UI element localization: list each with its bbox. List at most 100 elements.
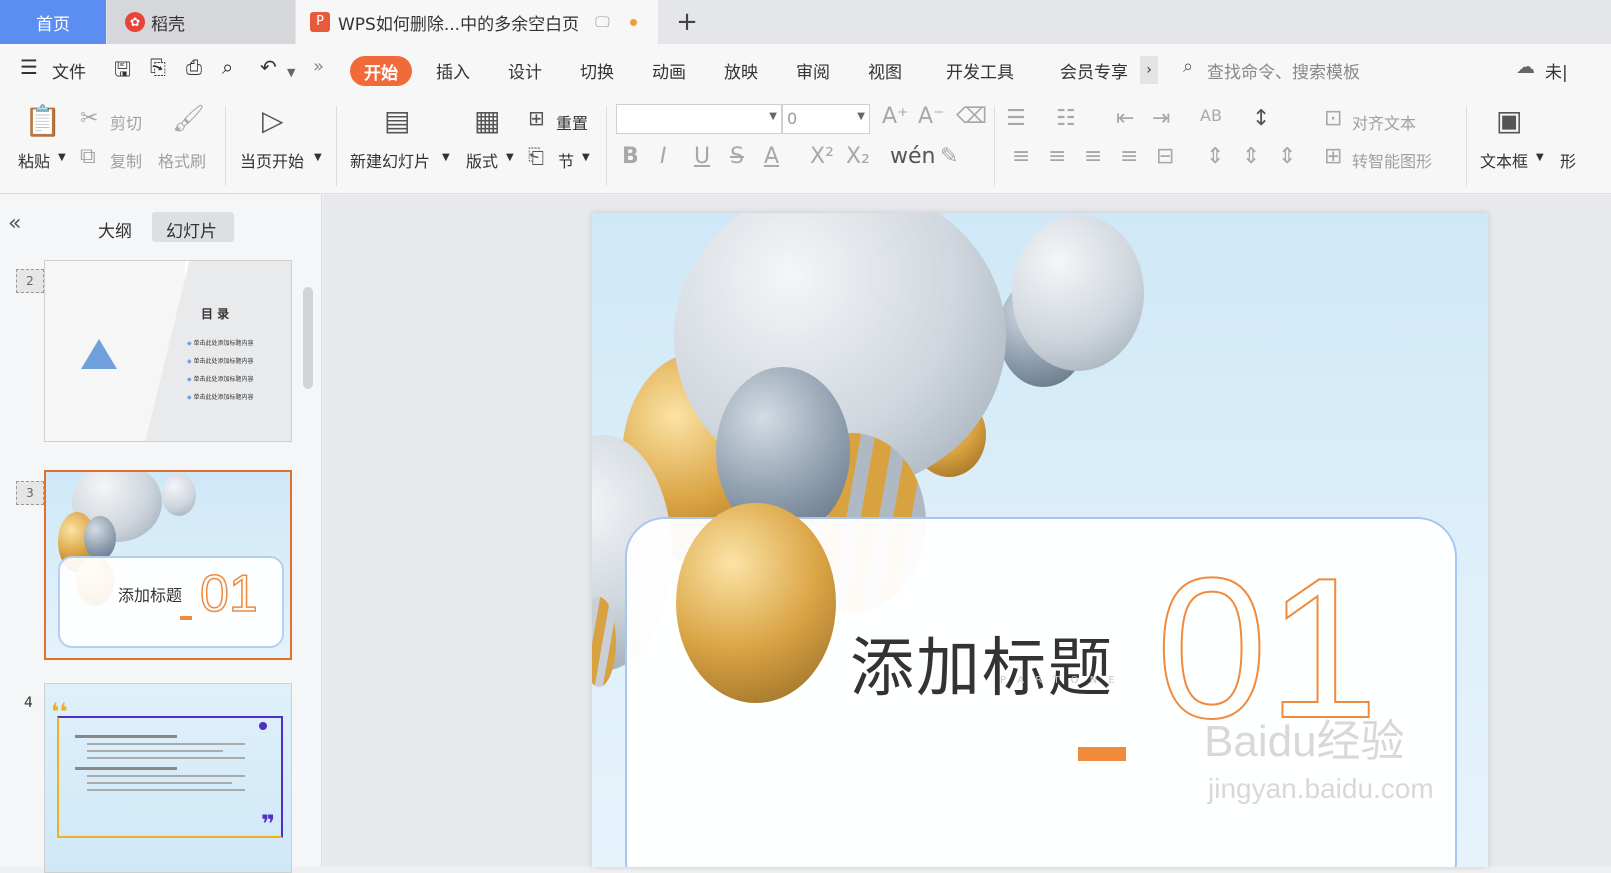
slide-thumbnail-3-selected[interactable]: 添加标题 01 [44, 470, 292, 660]
textbox-icon[interactable]: ▣ [1496, 104, 1522, 137]
save-icon[interactable]: 🖫 [114, 55, 131, 89]
play-icon[interactable]: ▷ [262, 104, 284, 137]
copy-icon[interactable]: ⧉ [80, 144, 96, 169]
font-size-select[interactable]: 0 ▼ [782, 104, 870, 134]
align-center-icon[interactable]: ≡ [1048, 144, 1066, 169]
tab-daoke[interactable]: ✿ 稻壳 [107, 0, 295, 44]
reset-icon[interactable]: ⊞ [528, 106, 545, 130]
export-icon[interactable]: ⎘ [150, 55, 166, 79]
superscript-icon[interactable]: X² [810, 144, 834, 169]
menu-design[interactable]: 设计 [508, 58, 542, 83]
format-painter-icon[interactable]: 🖌 [172, 104, 205, 134]
layout-icon[interactable]: ▦ [474, 104, 500, 137]
spacing-after-icon[interactable]: ⇕ [1278, 144, 1296, 169]
textbox-dropdown-icon[interactable]: ▼ [1536, 152, 1544, 163]
format-painter-button[interactable]: 格式刷 [158, 148, 206, 172]
section-button[interactable]: 节 [558, 148, 574, 172]
paste-dropdown-icon[interactable]: ▼ [58, 152, 66, 163]
decrease-indent-icon[interactable]: ⇤ [1116, 106, 1134, 131]
spacing-before-icon[interactable]: ⇕ [1242, 144, 1260, 169]
textbox-button[interactable]: 文本框 [1480, 148, 1528, 172]
font-family-dropdown-icon[interactable]: ▼ [769, 111, 777, 122]
font-size-dropdown-icon[interactable]: ▼ [857, 111, 865, 122]
text-direction-icon[interactable]: AB [1200, 106, 1222, 125]
menu-developer[interactable]: 开发工具 [946, 58, 1014, 83]
distribute-icon[interactable]: ⊟ [1156, 144, 1174, 169]
tab-slides[interactable]: 幻灯片 [152, 212, 234, 242]
paste-button[interactable]: 粘贴 [18, 148, 50, 172]
justify-icon[interactable]: ≡ [1120, 144, 1138, 169]
align-text-button[interactable]: 对齐文本 [1352, 110, 1416, 134]
cut-icon[interactable]: ✂ [80, 106, 98, 131]
line-spacing-icon[interactable]: ↕ [1252, 106, 1270, 131]
hamburger-menu-icon[interactable]: ☰ [20, 55, 38, 79]
paste-icon[interactable]: 📋 [24, 104, 61, 139]
align-right-icon[interactable]: ≡ [1084, 144, 1102, 169]
monitor-icon[interactable]: 🖵 [595, 13, 609, 31]
slide-canvas[interactable]: 添加标题 P A R T O N E 01 Baidu经验 jingyan.ba… [592, 213, 1488, 867]
menu-file[interactable]: 文件 [52, 58, 86, 83]
menu-transition[interactable]: 切换 [580, 58, 614, 83]
italic-icon[interactable]: I [660, 144, 667, 169]
menu-insert[interactable]: 插入 [436, 58, 470, 83]
new-slide-icon[interactable]: ▤ [384, 104, 410, 137]
new-tab-button[interactable]: + [672, 6, 702, 38]
bold-icon[interactable]: B [622, 144, 639, 169]
tab-document[interactable]: P WPS如何删除...中的多余空白页 🖵 [296, 0, 658, 44]
print-icon[interactable]: ⎙ [186, 55, 202, 79]
menu-animation[interactable]: 动画 [652, 58, 686, 83]
font-color-icon[interactable]: A [764, 144, 779, 169]
menu-slideshow[interactable]: 放映 [724, 58, 758, 83]
smart-shape-icon[interactable]: ⊞ [1324, 144, 1342, 169]
decrease-font-icon[interactable]: A⁻ [918, 104, 945, 129]
cloud-icon[interactable]: ☁ [1516, 56, 1535, 78]
more-icon[interactable]: » [313, 56, 324, 77]
menu-scroll-right-button[interactable]: › [1140, 56, 1158, 84]
numbered-list-icon[interactable]: ☷ [1056, 106, 1076, 131]
menu-start[interactable]: 开始 [350, 56, 412, 86]
undo-icon[interactable]: ↶ [260, 55, 277, 79]
slide-thumbnail-4[interactable]: ❛❛ ❞ [44, 683, 292, 873]
clear-format-icon[interactable]: ⌫ [956, 104, 987, 129]
bullet-list-icon[interactable]: ☰ [1006, 106, 1026, 131]
search-command-input[interactable]: 查找命令、搜索模板 [1207, 58, 1360, 83]
subscript-icon[interactable]: X₂ [846, 144, 870, 169]
new-slide-button[interactable]: 新建幻灯片 [350, 148, 430, 172]
slide-subtitle[interactable]: P A R T O N E [1000, 675, 1119, 686]
undo-dropdown-icon[interactable]: ▼ [287, 66, 295, 79]
smart-shape-button[interactable]: 转智能图形 [1352, 148, 1432, 172]
align-left-icon[interactable]: ≡ [1012, 144, 1030, 169]
menu-view[interactable]: 视图 [868, 58, 902, 83]
underline-icon[interactable]: U [694, 144, 710, 169]
phonetic-guide-icon[interactable]: wén [890, 144, 935, 169]
menu-member[interactable]: 会员专享 [1060, 58, 1128, 83]
start-current-dropdown-icon[interactable]: ▼ [314, 152, 322, 163]
copy-button[interactable]: 复制 [110, 148, 142, 172]
layout-dropdown-icon[interactable]: ▼ [506, 152, 514, 163]
ribbon-separator [336, 106, 337, 186]
tab-outline[interactable]: 大纲 [98, 217, 132, 242]
increase-indent-icon[interactable]: ⇥ [1152, 106, 1170, 131]
shape-button[interactable]: 形 [1560, 148, 1576, 172]
print-preview-icon[interactable]: ⌕ [222, 55, 233, 79]
thumb2-item: ◆ 单击此处添加标题内容 [187, 340, 254, 347]
tab-home[interactable]: 首页 [0, 0, 106, 44]
menu-review[interactable]: 审阅 [796, 58, 830, 83]
slide-thumbnail-2[interactable]: 目 录 ◆ 单击此处添加标题内容 ◆ 单击此处添加标题内容 ◆ 单击此处添加标题… [44, 260, 292, 442]
strikethrough-icon[interactable]: S [730, 144, 744, 169]
section-icon[interactable]: ⎗ [528, 144, 544, 168]
layout-button[interactable]: 版式 [466, 148, 498, 172]
collapse-panel-icon[interactable]: « [8, 211, 21, 236]
section-dropdown-icon[interactable]: ▼ [582, 152, 590, 163]
paragraph-spacing-icon[interactable]: ⇕ [1206, 144, 1224, 169]
reset-button[interactable]: 重置 [556, 110, 588, 134]
highlight-icon[interactable]: ✎ [940, 144, 958, 169]
slide-title[interactable]: 添加标题 [850, 617, 1114, 709]
font-family-select[interactable]: ▼ [616, 104, 782, 134]
increase-font-icon[interactable]: A⁺ [882, 104, 909, 129]
new-slide-dropdown-icon[interactable]: ▼ [442, 152, 450, 163]
align-text-icon[interactable]: ⊡ [1324, 106, 1342, 131]
cut-button[interactable]: 剪切 [110, 110, 142, 134]
panel-scrollbar[interactable] [303, 287, 313, 389]
start-current-button[interactable]: 当页开始 [240, 148, 304, 172]
